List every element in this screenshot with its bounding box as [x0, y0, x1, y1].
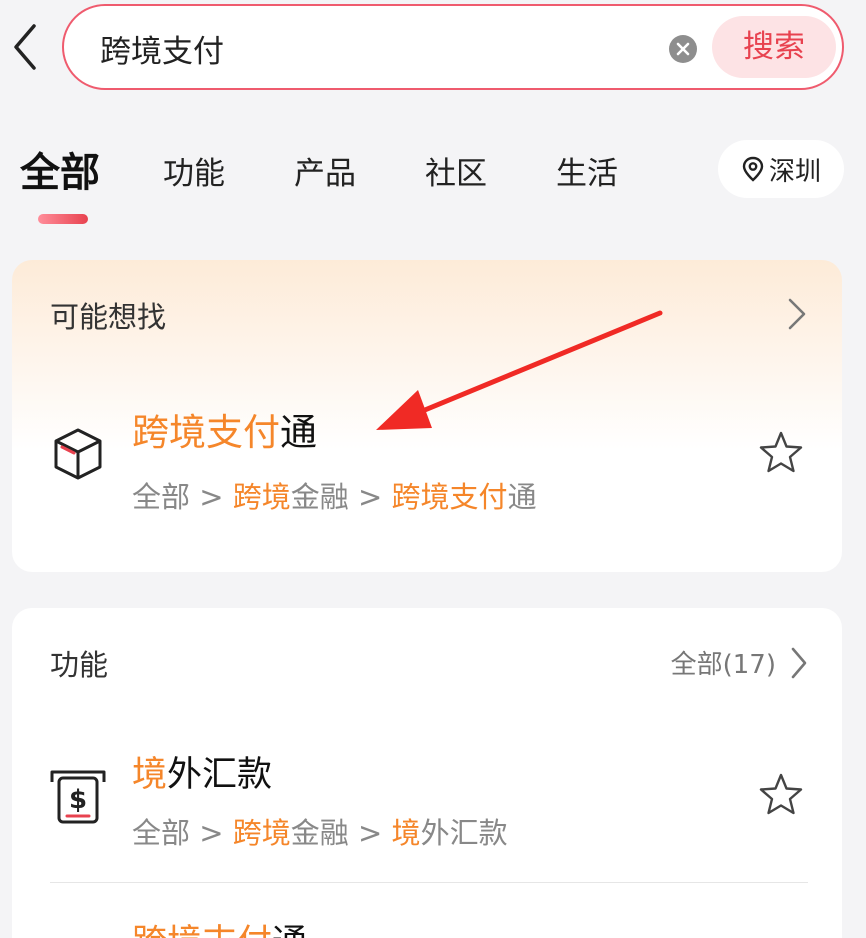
svg-text:$: $ — [69, 785, 87, 815]
search-input[interactable]: 跨境支付 — [100, 26, 224, 71]
search-button[interactable]: 搜索 — [712, 16, 836, 78]
location-pin-icon — [742, 156, 764, 182]
view-all-functions-link[interactable]: 全部(17) — [671, 644, 808, 681]
tab-community[interactable]: 社区 — [425, 148, 487, 193]
tab-life[interactable]: 生活 — [556, 148, 618, 193]
suggestion-header: 可能想找 — [50, 300, 167, 334]
search-bar[interactable]: 跨境支付 搜索 — [62, 4, 844, 90]
cube-icon — [54, 428, 102, 480]
function-title: 跨境支付通 — [132, 914, 307, 938]
tab-functions[interactable]: 功能 — [163, 148, 225, 193]
suggestion-path: 全部 > 跨境金融 > 跨境支付通 — [132, 480, 537, 514]
view-all-label: 全部(17) — [670, 650, 776, 680]
function-title: 境外汇款 — [132, 755, 273, 795]
functions-header: 功能 — [50, 648, 109, 682]
location-selector[interactable]: 深圳 — [718, 140, 844, 198]
location-city: 深圳 — [768, 156, 821, 187]
chevron-right-icon — [791, 647, 807, 678]
remittance-icon: $ — [50, 770, 106, 824]
star-icon[interactable] — [758, 430, 804, 474]
active-tab-indicator — [38, 214, 88, 224]
suggestion-title: 跨境支付通 — [132, 411, 317, 454]
suggestion-card: 可能想找 跨境支付通 全部 > 跨境金融 > 跨境支付通 — [12, 260, 842, 572]
function-path: 全部 > 跨境金融 > 境外汇款 — [132, 816, 508, 850]
clear-icon[interactable] — [668, 34, 698, 64]
tab-products[interactable]: 产品 — [294, 148, 356, 193]
back-arrow-icon[interactable] — [8, 22, 42, 72]
item-divider — [50, 882, 808, 883]
star-icon[interactable] — [758, 772, 804, 816]
tab-all[interactable]: 全部 — [20, 140, 100, 198]
search-results-screen: 跨境支付 搜索 全部 功能 产品 社区 生活 深圳 可能想找 跨境支付通 全部 … — [0, 0, 866, 938]
functions-card: 功能 全部(17) $ 境外汇款 全部 > 跨境金融 > 境外汇款 跨境支付通 — [12, 608, 842, 938]
chevron-right-icon[interactable] — [786, 296, 808, 332]
